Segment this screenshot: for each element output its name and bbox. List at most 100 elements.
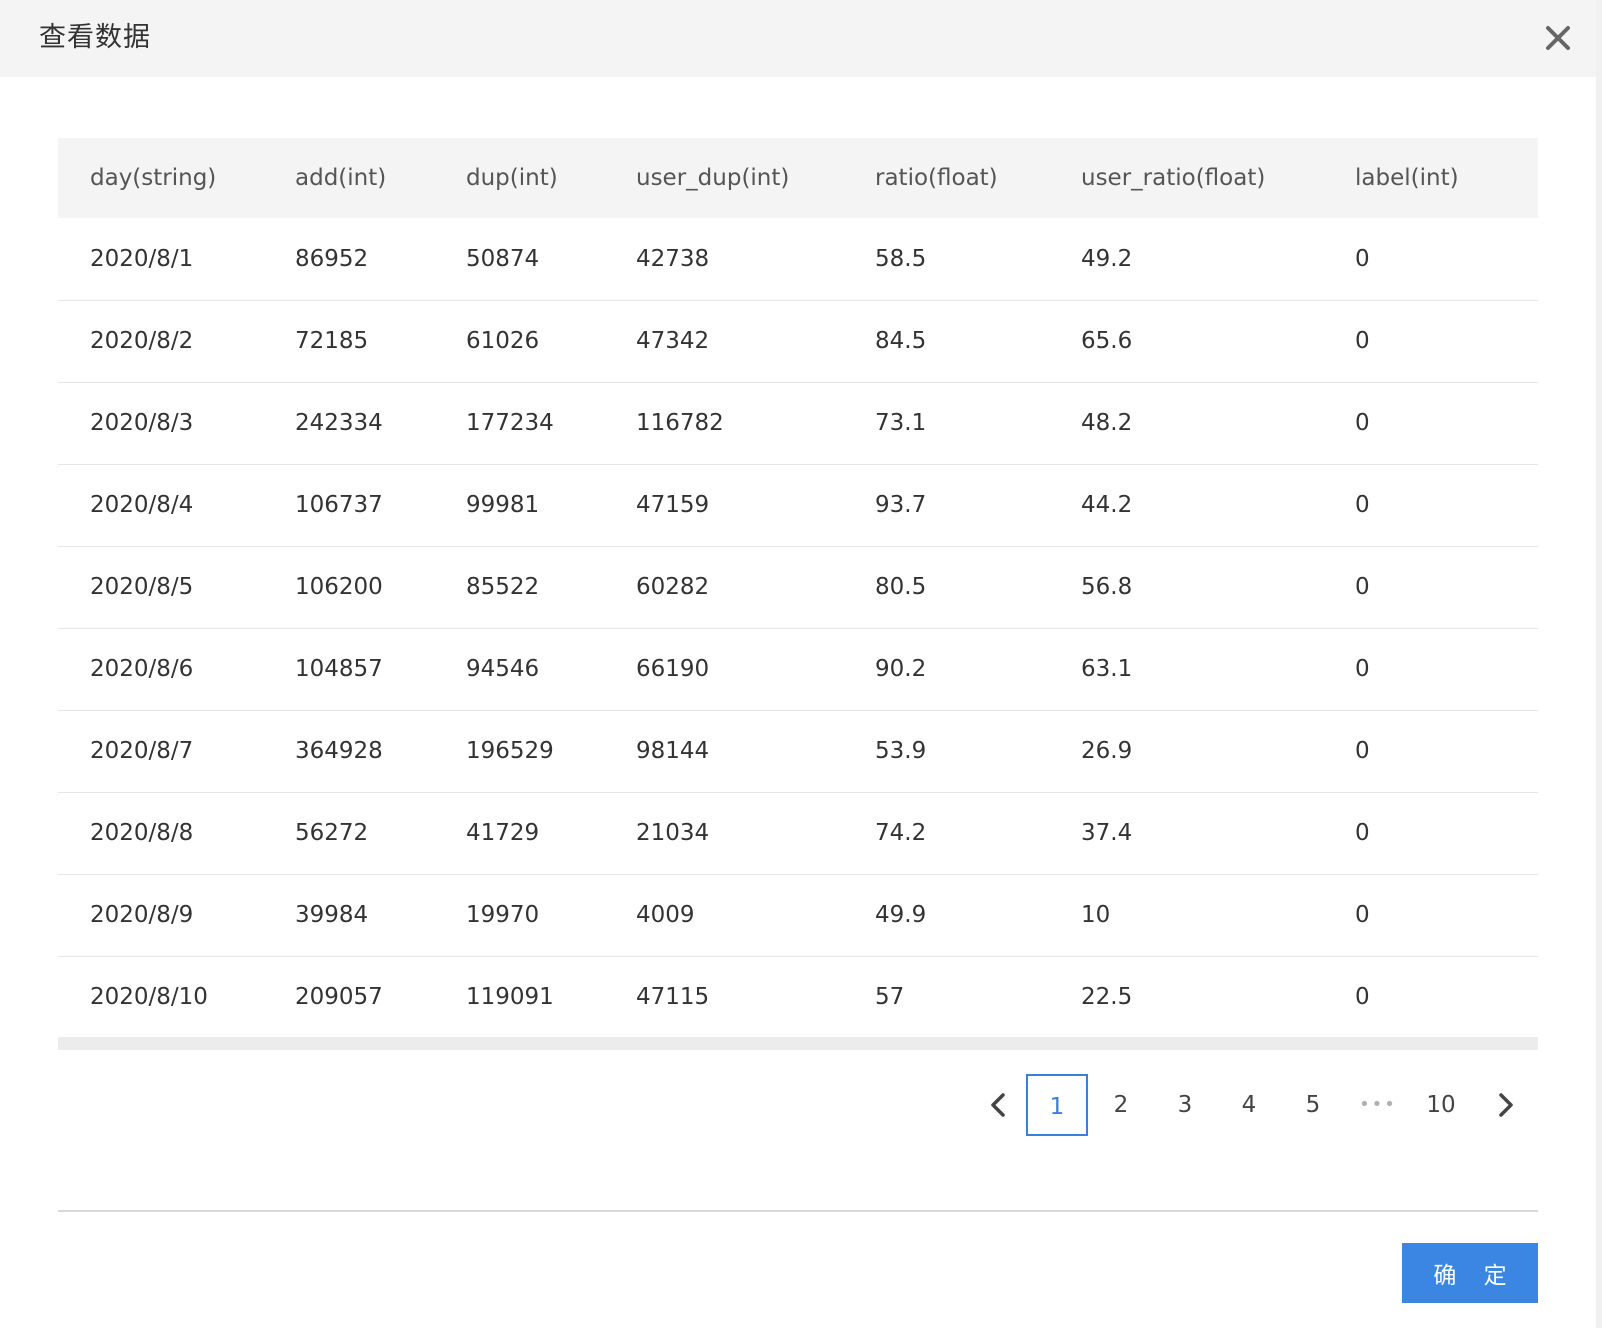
cell-dup: 85522 xyxy=(466,574,540,600)
cell-add: 86952 xyxy=(295,245,369,272)
data-table-container: day(string) add(int) dup(int) user_dup(i… xyxy=(58,138,1538,1038)
table-row: 2020/8/9 39984 19970 4009 49.9 10 0 xyxy=(58,874,1538,956)
cell-dup: 19970 xyxy=(466,902,540,928)
page-button-5[interactable]: 5 xyxy=(1282,1074,1344,1136)
pagination-ellipsis[interactable]: ••• xyxy=(1353,1074,1403,1136)
pagination: 1 2 3 4 5 ••• 10 xyxy=(968,1074,1528,1138)
cell-add: 104857 xyxy=(295,656,383,682)
scroll-edge xyxy=(1596,0,1602,1328)
column-header-user-ratio: user_ratio(float) xyxy=(1081,165,1266,191)
table-row: 2020/8/5 106200 85522 60282 80.5 56.8 0 xyxy=(58,546,1538,628)
cell-label: 0 xyxy=(1355,656,1370,682)
close-button[interactable] xyxy=(1540,20,1576,56)
column-header-user-dup: user_dup(int) xyxy=(636,165,790,191)
cell-dup: 61026 xyxy=(466,328,540,354)
cell-add: 56272 xyxy=(295,820,369,846)
cell-user-ratio: 22.5 xyxy=(1081,984,1133,1011)
cell-user-ratio: 37.4 xyxy=(1081,820,1133,846)
cell-label: 0 xyxy=(1355,902,1370,928)
cell-dup: 99981 xyxy=(466,492,540,518)
page-button-2[interactable]: 2 xyxy=(1090,1074,1152,1136)
cell-dup: 119091 xyxy=(466,984,554,1011)
cell-day: 2020/8/9 xyxy=(90,902,194,928)
cell-user-ratio: 10 xyxy=(1081,902,1111,928)
cell-dup: 94546 xyxy=(466,656,540,682)
cell-day: 2020/8/6 xyxy=(90,656,194,682)
cell-user-dup: 98144 xyxy=(636,738,710,764)
prev-page-button[interactable] xyxy=(968,1074,1030,1136)
footer-divider xyxy=(58,1210,1538,1212)
cell-day: 2020/8/5 xyxy=(90,574,194,600)
table-row: 2020/8/4 106737 99981 47159 93.7 44.2 0 xyxy=(58,464,1538,546)
cell-dup: 177234 xyxy=(466,410,554,436)
close-icon xyxy=(1546,26,1570,50)
cell-label: 0 xyxy=(1355,410,1370,436)
cell-user-dup: 47342 xyxy=(636,328,710,354)
cell-ratio: 58.5 xyxy=(875,245,927,272)
cell-dup: 41729 xyxy=(466,820,540,846)
cell-day: 2020/8/3 xyxy=(90,410,194,436)
cell-day: 2020/8/4 xyxy=(90,492,194,518)
cell-add: 106737 xyxy=(295,492,383,518)
cell-ratio: 84.5 xyxy=(875,328,927,354)
cell-user-dup: 4009 xyxy=(636,902,695,928)
cell-user-ratio: 48.2 xyxy=(1081,410,1133,436)
cell-ratio: 90.2 xyxy=(875,656,927,682)
cell-user-dup: 21034 xyxy=(636,820,710,846)
cell-user-dup: 47159 xyxy=(636,492,710,518)
cell-ratio: 74.2 xyxy=(875,820,927,846)
cell-user-dup: 66190 xyxy=(636,656,710,682)
table-row: 2020/8/8 56272 41729 21034 74.2 37.4 0 xyxy=(58,792,1538,874)
dialog-header: 查看数据 xyxy=(0,0,1602,77)
cell-day: 2020/8/8 xyxy=(90,820,194,846)
cell-label: 0 xyxy=(1355,328,1370,354)
cell-dup: 196529 xyxy=(466,738,554,764)
cell-ratio: 49.9 xyxy=(875,902,927,928)
confirm-button[interactable]: 确 定 xyxy=(1402,1243,1538,1303)
cell-user-dup: 116782 xyxy=(636,410,724,436)
cell-ratio: 73.1 xyxy=(875,410,927,436)
cell-user-ratio: 63.1 xyxy=(1081,656,1133,682)
cell-ratio: 80.5 xyxy=(875,574,927,600)
chevron-left-icon xyxy=(991,1093,1005,1117)
cell-ratio: 57 xyxy=(875,984,905,1011)
cell-add: 39984 xyxy=(295,902,369,928)
cell-user-ratio: 49.2 xyxy=(1081,245,1133,272)
table-row: 2020/8/3 242334 177234 116782 73.1 48.2 … xyxy=(58,382,1538,464)
table-row: 2020/8/2 72185 61026 47342 84.5 65.6 0 xyxy=(58,300,1538,382)
page-button-4[interactable]: 4 xyxy=(1218,1074,1280,1136)
cell-add: 72185 xyxy=(295,328,369,354)
cell-label: 0 xyxy=(1355,738,1370,764)
column-header-add: add(int) xyxy=(295,165,387,191)
horizontal-scrollbar[interactable] xyxy=(58,1037,1538,1050)
cell-user-dup: 42738 xyxy=(636,245,710,272)
cell-add: 242334 xyxy=(295,410,383,436)
cell-ratio: 53.9 xyxy=(875,738,927,764)
column-header-label: label(int) xyxy=(1355,165,1459,191)
column-header-ratio: ratio(float) xyxy=(875,165,998,191)
cell-user-dup: 60282 xyxy=(636,574,710,600)
page-button-10[interactable]: 10 xyxy=(1410,1074,1472,1136)
cell-user-dup: 47115 xyxy=(636,984,710,1011)
dialog-title: 查看数据 xyxy=(39,22,151,53)
table-row: 2020/8/6 104857 94546 66190 90.2 63.1 0 xyxy=(58,628,1538,710)
cell-ratio: 93.7 xyxy=(875,492,927,518)
table-row: 2020/8/1 86952 50874 42738 58.5 49.2 0 xyxy=(58,218,1538,300)
chevron-right-icon xyxy=(1499,1093,1513,1117)
cell-user-ratio: 65.6 xyxy=(1081,328,1133,354)
page-button-3[interactable]: 3 xyxy=(1154,1074,1216,1136)
table-header-row: day(string) add(int) dup(int) user_dup(i… xyxy=(58,138,1538,218)
next-page-button[interactable] xyxy=(1474,1074,1536,1136)
cell-label: 0 xyxy=(1355,245,1370,272)
cell-label: 0 xyxy=(1355,984,1370,1011)
page-button-1[interactable]: 1 xyxy=(1026,1074,1088,1136)
cell-add: 106200 xyxy=(295,574,383,600)
cell-day: 2020/8/1 xyxy=(90,245,194,272)
cell-label: 0 xyxy=(1355,820,1370,846)
cell-dup: 50874 xyxy=(466,245,540,272)
column-header-day: day(string) xyxy=(90,165,217,191)
cell-day: 2020/8/2 xyxy=(90,328,194,354)
cell-user-ratio: 56.8 xyxy=(1081,574,1133,600)
cell-user-ratio: 44.2 xyxy=(1081,492,1133,518)
data-table: day(string) add(int) dup(int) user_dup(i… xyxy=(58,138,1538,1038)
